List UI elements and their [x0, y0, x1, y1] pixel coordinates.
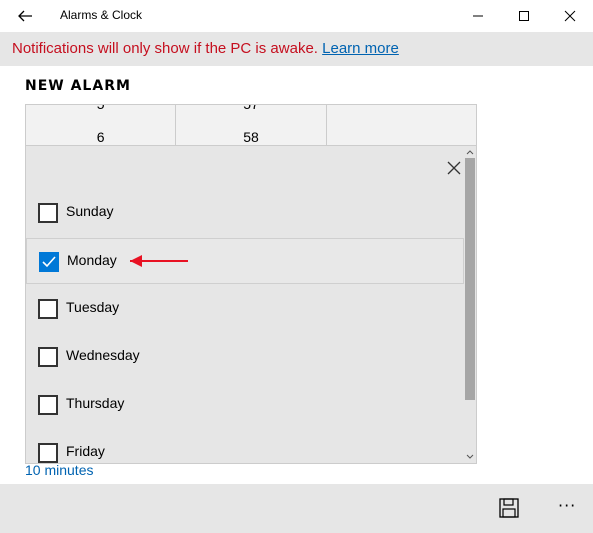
- annotation-arrow-icon: [130, 255, 188, 267]
- time-picker[interactable]: 5 6 57 58: [25, 104, 477, 146]
- tuesday-checkbox[interactable]: [38, 299, 58, 319]
- day-label: Sunday: [66, 203, 114, 219]
- day-label: Wednesday: [66, 347, 140, 363]
- monday-checkbox[interactable]: [39, 252, 59, 272]
- day-row-thursday[interactable]: Thursday: [26, 382, 464, 428]
- hour-value[interactable]: 5: [26, 105, 175, 112]
- notice-message: Notifications will only show if the PC i…: [12, 40, 318, 57]
- awake-notice-banner: Notifications will only show if the PC i…: [0, 32, 593, 66]
- minute-value[interactable]: 57: [176, 105, 325, 112]
- minimize-icon: [473, 15, 483, 17]
- learn-more-link[interactable]: Learn more: [322, 40, 399, 57]
- maximize-icon: [519, 11, 529, 21]
- hour-value[interactable]: 6: [26, 129, 175, 145]
- day-row-tuesday[interactable]: Tuesday: [26, 286, 464, 332]
- maximize-button[interactable]: [501, 0, 547, 32]
- hour-column[interactable]: 5 6: [26, 105, 177, 146]
- day-row-friday[interactable]: Friday: [26, 430, 464, 463]
- close-window-button[interactable]: [547, 0, 593, 32]
- thursday-checkbox[interactable]: [38, 395, 58, 415]
- day-label: Thursday: [66, 395, 125, 411]
- day-row-sunday[interactable]: Sunday: [26, 190, 464, 236]
- close-icon: [564, 10, 576, 22]
- close-flyout-icon[interactable]: [444, 158, 464, 178]
- title-bar: Alarms & Clock: [0, 0, 593, 32]
- ampm-column[interactable]: [326, 105, 476, 146]
- scroll-down-icon[interactable]: [464, 451, 476, 463]
- minute-value[interactable]: 58: [176, 129, 325, 145]
- scroll-up-icon[interactable]: [464, 146, 476, 158]
- checkmark-icon: [42, 256, 56, 268]
- minimize-button[interactable]: [455, 0, 501, 32]
- day-label: Friday: [66, 443, 105, 459]
- scrollbar-thumb[interactable]: [465, 158, 475, 400]
- back-arrow-icon[interactable]: [16, 7, 34, 25]
- command-bar: ···: [0, 484, 593, 533]
- more-options-icon[interactable]: ···: [558, 496, 576, 515]
- repeat-days-flyout: Sunday Monday Tuesday Wednesday Thursday…: [25, 145, 477, 464]
- day-label: Monday: [67, 252, 117, 268]
- sunday-checkbox[interactable]: [38, 203, 58, 223]
- day-row-monday[interactable]: Monday: [26, 238, 464, 284]
- minute-column[interactable]: 57 58: [176, 105, 327, 146]
- day-label: Tuesday: [66, 299, 120, 315]
- save-icon[interactable]: [498, 497, 520, 519]
- day-row-wednesday[interactable]: Wednesday: [26, 334, 464, 380]
- window-title: Alarms & Clock: [60, 8, 143, 22]
- page-title: NEW ALARM: [25, 78, 131, 94]
- flyout-scrollbar[interactable]: [464, 146, 476, 463]
- snooze-time-link[interactable]: 10 minutes: [25, 462, 93, 478]
- friday-checkbox[interactable]: [38, 443, 58, 463]
- wednesday-checkbox[interactable]: [38, 347, 58, 367]
